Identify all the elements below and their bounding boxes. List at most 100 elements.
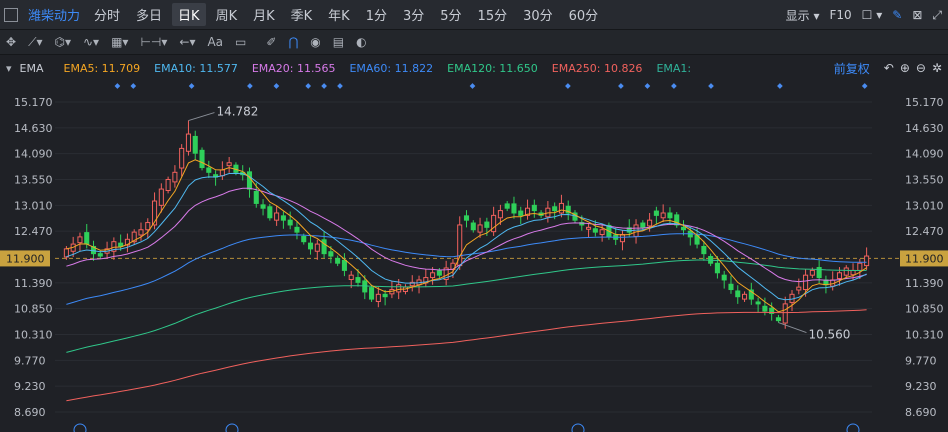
- candle-body: [470, 222, 476, 231]
- candle-body: [246, 171, 253, 190]
- period-tab[interactable]: 5分: [434, 3, 467, 26]
- candle-body: [775, 317, 781, 322]
- magnet-icon[interactable]: ⋂: [288, 35, 298, 49]
- period-tab[interactable]: 30分: [517, 3, 559, 26]
- candle-body: [477, 224, 483, 233]
- candle-body: [301, 235, 307, 243]
- period-tab[interactable]: 月K: [247, 3, 281, 26]
- line-tool-icon[interactable]: ⟋▾: [28, 35, 42, 50]
- candle-body: [253, 190, 259, 204]
- candle-body: [809, 269, 815, 276]
- crosshair-icon[interactable]: ✥: [6, 35, 16, 49]
- period-tab[interactable]: 60分: [563, 3, 605, 26]
- y-tick-label-left: 13.010: [14, 199, 53, 212]
- y-tick-label-right: 14.630: [905, 122, 944, 135]
- candle-body: [77, 236, 83, 244]
- top-bar: 潍柴动力 分时 多日 日K 周K 月K 季K 年K 1分 3分 5分 15分 30分 60分 显示 ▾ …: [0, 0, 948, 30]
- pen-icon[interactable]: ✎: [892, 8, 902, 22]
- zoom-out-icon[interactable]: ⊖: [916, 61, 926, 75]
- eye-icon[interactable]: ◉: [310, 35, 320, 49]
- candle-body: [647, 219, 653, 227]
- top-right-tools: 显示 ▾ F10 ☐ ▾ ✎ ⊠ ⤢: [786, 0, 942, 30]
- period-tabs: 分时 多日 日K 周K 月K 季K 年K 1分 3分 5分 15分 30分 60分: [86, 3, 606, 26]
- settings-icon[interactable]: ✲: [932, 61, 942, 75]
- period-tab[interactable]: 周K: [210, 3, 244, 26]
- candle-body: [796, 286, 802, 291]
- candle-body: [742, 293, 748, 300]
- current-price-label-right: 11.900: [905, 252, 944, 265]
- trash-icon[interactable]: ▤: [333, 35, 344, 49]
- period-tab[interactable]: 15分: [472, 3, 514, 26]
- adjust-button[interactable]: 前复权: [834, 60, 870, 77]
- window-icon[interactable]: [4, 7, 18, 22]
- chart-background: [0, 80, 948, 432]
- kline-chart[interactable]: 15.170 15.170 14.630 14.630 14.090 14.090 13.5…: [0, 80, 948, 432]
- candle-body: [857, 262, 863, 271]
- y-tick-label-right: 10.850: [905, 303, 944, 316]
- period-tab[interactable]: 3分: [397, 3, 430, 26]
- candle-body: [172, 171, 178, 183]
- ema-value: EMA10: 11.577: [154, 61, 238, 75]
- eraser-icon[interactable]: ✐: [266, 35, 276, 49]
- refresh-icon[interactable]: ↶: [884, 61, 894, 75]
- candle-body: [355, 277, 361, 283]
- candle-body: [335, 257, 341, 264]
- y-tick-label-left: 10.310: [14, 329, 53, 342]
- period-tab[interactable]: 分时: [88, 3, 126, 26]
- fib-tool-icon[interactable]: ▦▾: [111, 35, 128, 49]
- stock-name[interactable]: 潍柴动力: [28, 5, 80, 24]
- period-tab[interactable]: 日K: [172, 3, 206, 26]
- y-tick-label-left: 10.850: [14, 303, 53, 316]
- candle-body: [864, 255, 870, 267]
- f10-button[interactable]: F10: [829, 8, 851, 22]
- candle-body: [369, 287, 375, 300]
- indicator-label[interactable]: EMA: [20, 62, 44, 75]
- candle-body: [755, 301, 761, 305]
- candle-body: [375, 293, 381, 302]
- candle-body: [714, 262, 720, 274]
- current-price-label-left: 11.900: [6, 252, 45, 265]
- period-tab[interactable]: 年K: [322, 3, 356, 26]
- period-tab[interactable]: 季K: [285, 3, 319, 26]
- candle-body: [294, 226, 300, 233]
- candle-body: [701, 245, 707, 255]
- arrow-tool-icon[interactable]: ←▾: [179, 35, 195, 49]
- period-tab[interactable]: 1分: [360, 3, 393, 26]
- collapse-icon[interactable]: ▾: [6, 62, 12, 75]
- candle-body: [97, 253, 103, 257]
- candle-body: [592, 228, 598, 233]
- y-tick-label-right: 10.310: [905, 329, 944, 342]
- candle-body: [192, 135, 198, 154]
- candle-body: [348, 274, 354, 280]
- text-tool[interactable]: Aa: [207, 35, 223, 49]
- ema-value: EMA120: 11.650: [447, 61, 538, 75]
- candle-body: [660, 212, 666, 219]
- candle-body: [531, 204, 537, 212]
- y-tick-label-left: 9.770: [14, 354, 46, 367]
- display-dropdown[interactable]: 显示 ▾: [786, 7, 820, 24]
- ema-values: EMA5: 11.709 EMA10: 11.577 EMA20: 11.565 EM…: [64, 62, 706, 75]
- layout-dropdown[interactable]: ☐ ▾: [862, 8, 883, 22]
- candle-body: [558, 202, 564, 214]
- zoom-in-icon[interactable]: ⊕: [900, 61, 910, 75]
- period-tab[interactable]: 多日: [130, 3, 168, 26]
- comment-icon[interactable]: ▭: [235, 35, 246, 49]
- toggle-icon[interactable]: ◐: [356, 35, 366, 49]
- y-tick-label-right: 15.170: [905, 96, 944, 109]
- high-annotation: 14.782: [216, 105, 258, 119]
- measure-tool-icon[interactable]: ⊢⊣▾: [140, 35, 167, 49]
- candle-body: [307, 242, 314, 250]
- expand-icon[interactable]: ⤢: [932, 8, 942, 23]
- candle-body: [430, 272, 436, 279]
- y-tick-label-right: 11.390: [905, 277, 944, 290]
- candle-body: [199, 149, 205, 169]
- candle-body: [287, 219, 293, 226]
- candle-body: [328, 251, 334, 257]
- candle-body: [803, 274, 809, 291]
- close-icon[interactable]: ⊠: [912, 8, 922, 22]
- wave-tool-icon[interactable]: ∿▾: [83, 35, 99, 49]
- y-tick-label-left: 12.470: [14, 225, 53, 238]
- polyline-tool-icon[interactable]: ⌬▾: [55, 35, 72, 49]
- candle-body: [463, 215, 470, 221]
- candle-body: [267, 206, 273, 219]
